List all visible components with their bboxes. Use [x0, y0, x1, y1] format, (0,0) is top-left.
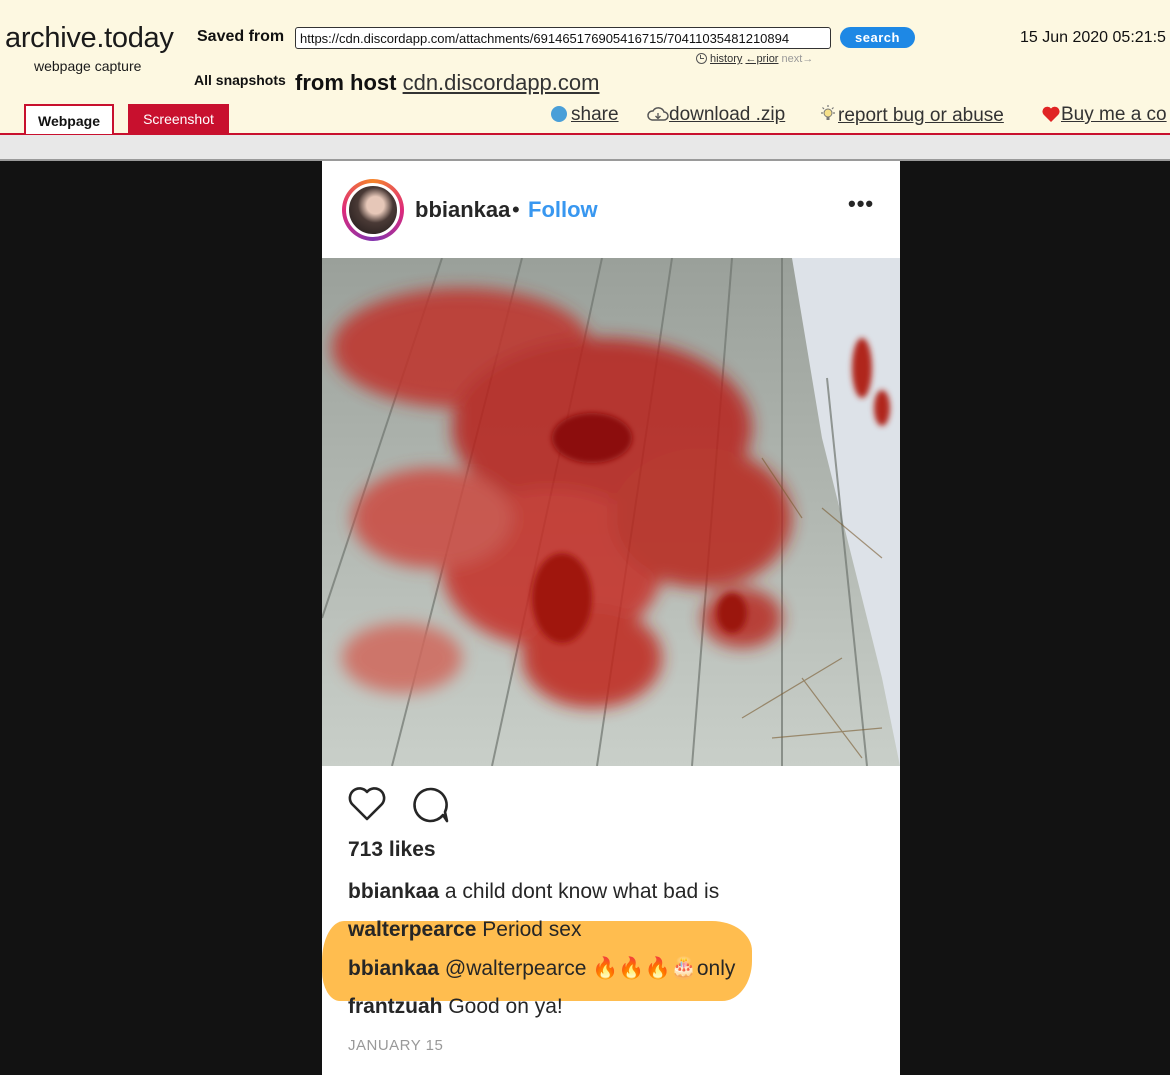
more-options-icon[interactable]: •••: [848, 191, 874, 217]
tab-webpage[interactable]: Webpage: [24, 104, 114, 134]
comment-text: Good on ya!: [448, 995, 563, 1018]
download-action[interactable]: download .zip: [647, 104, 785, 126]
follow-button[interactable]: Follow: [528, 197, 598, 223]
share-link[interactable]: share: [571, 104, 619, 125]
tab-screenshot[interactable]: Screenshot: [128, 104, 229, 133]
download-link[interactable]: download .zip: [669, 104, 785, 125]
heart-filled-icon: [1042, 106, 1060, 122]
comment-row: bbiankaa a child dont know what bad is: [348, 880, 719, 904]
comment-row: bbiankaa @walterpearce 🔥🔥🔥🎂only: [348, 957, 735, 981]
comment-username[interactable]: frantzuah: [348, 995, 443, 1018]
cloud-download-icon: [647, 107, 669, 121]
next-link: next→: [781, 53, 814, 65]
snapshot-nav: history ←prior next→: [696, 53, 813, 65]
instagram-post: bbiankaa • Follow ••• 713 likes bbiankaa…: [322, 161, 900, 1075]
buy-action[interactable]: Buy me a co: [1041, 104, 1167, 126]
comment-icon[interactable]: [412, 786, 450, 824]
history-link[interactable]: history: [710, 53, 742, 65]
report-link[interactable]: report bug or abuse: [838, 105, 1004, 126]
heart-icon[interactable]: [347, 786, 387, 822]
buy-link[interactable]: Buy me a co: [1061, 104, 1167, 125]
avatar[interactable]: [346, 183, 400, 237]
share-icon: [551, 106, 567, 122]
all-snapshots-label: All snapshots: [194, 72, 286, 88]
clock-icon: [696, 53, 707, 64]
host-link[interactable]: cdn.discordapp.com: [403, 70, 600, 95]
saved-from-label: Saved from: [197, 28, 285, 45]
comment-text: @walterpearce 🔥🔥🔥🎂only: [444, 957, 736, 980]
comment-row: frantzuah Good on ya!: [348, 995, 563, 1019]
prior-link[interactable]: ←prior: [745, 53, 778, 65]
comment-username[interactable]: walterpearce: [348, 918, 476, 941]
report-action[interactable]: report bug or abuse: [818, 104, 1004, 127]
comment-username[interactable]: bbiankaa: [348, 957, 439, 980]
bulb-icon: [821, 105, 835, 120]
username-separator: •: [512, 197, 520, 222]
search-button[interactable]: search: [840, 27, 915, 48]
archive-logo[interactable]: archive.today: [5, 22, 174, 55]
post-username[interactable]: bbiankaa: [415, 197, 510, 223]
from-host-row: from host cdn.discordapp.com: [295, 70, 599, 96]
post-photo: [322, 258, 900, 766]
comment-username[interactable]: bbiankaa: [348, 880, 439, 903]
comment-row: walterpearce Period sex: [348, 918, 581, 942]
archive-logo-subtitle: webpage capture: [34, 58, 142, 74]
comment-text: Period sex: [482, 918, 582, 941]
capture-timestamp: 15 Jun 2020 05:21:5: [1020, 29, 1166, 46]
archive-divider-bar: [0, 135, 1170, 161]
share-action[interactable]: share: [551, 104, 619, 126]
likes-count[interactable]: 713 likes: [348, 838, 436, 862]
post-date: JANUARY 15: [348, 1037, 444, 1054]
archive-header: archive.today webpage capture Saved from…: [0, 0, 1170, 135]
url-field[interactable]: [295, 27, 831, 49]
from-host-label: from host: [295, 70, 397, 95]
avatar-ring[interactable]: [342, 179, 404, 241]
comment-text: a child dont know what bad is: [444, 880, 720, 903]
